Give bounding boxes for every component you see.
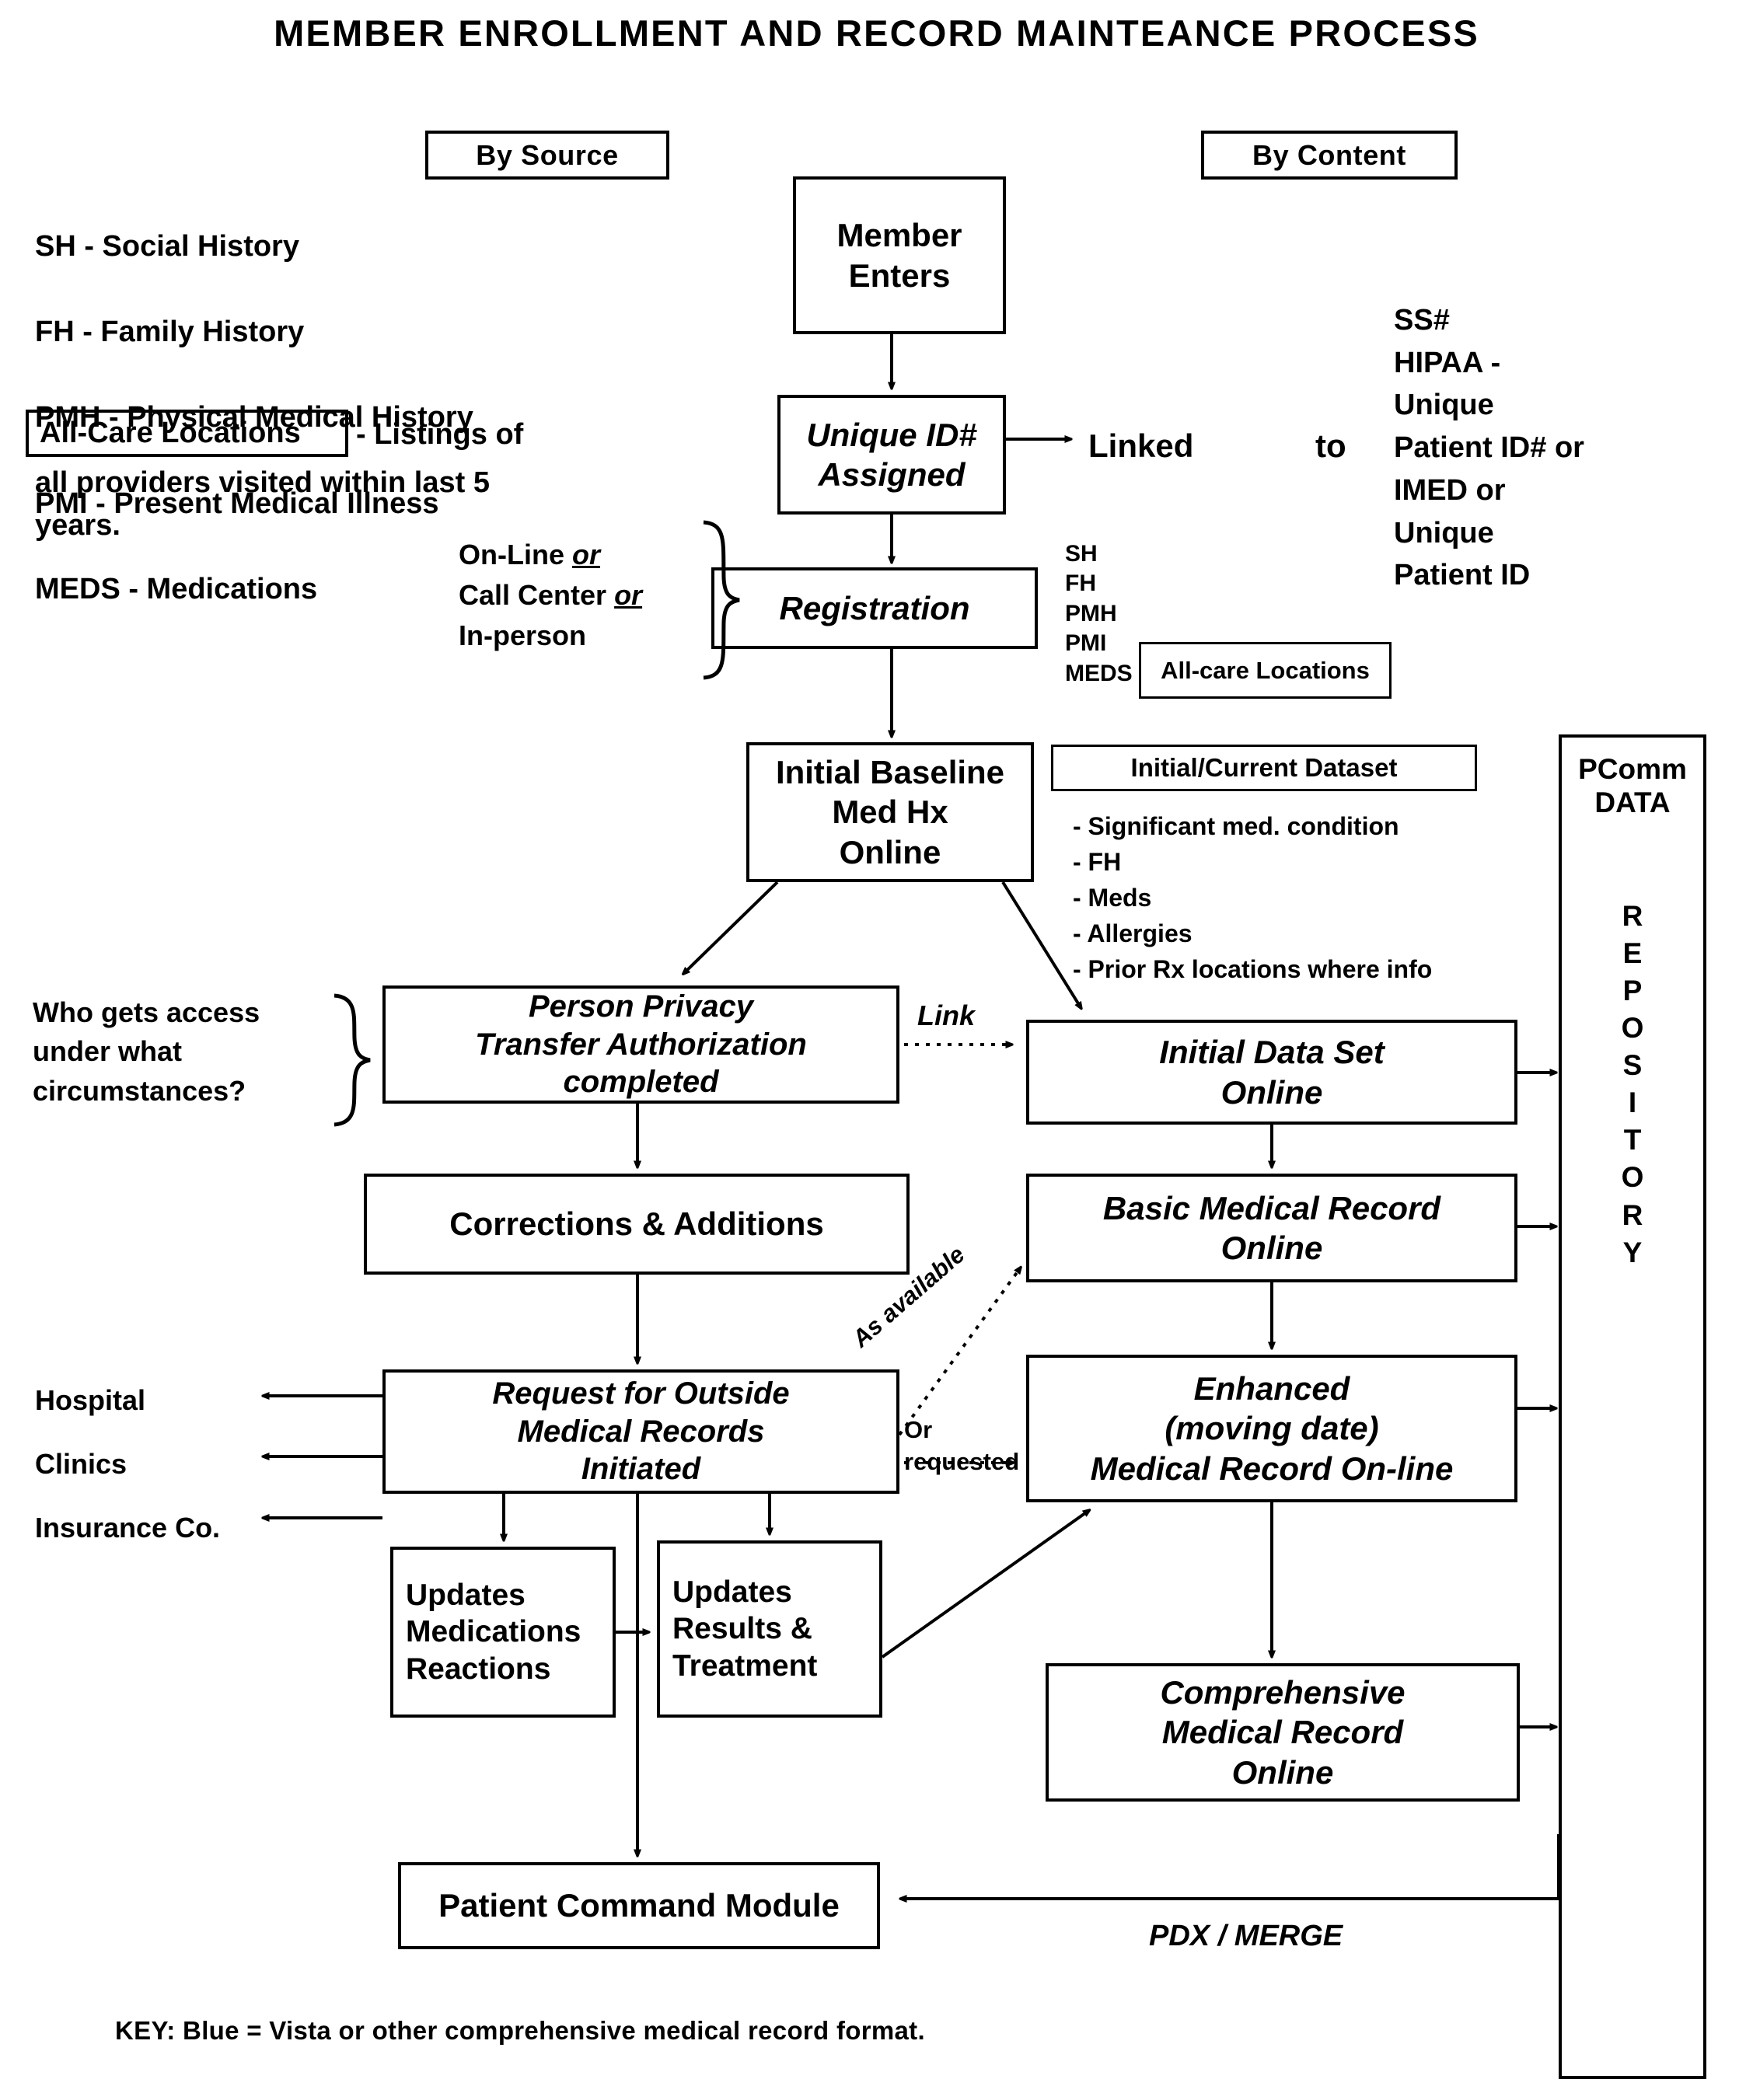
node-comprehensive-record-label: Comprehensive Medical Record Online: [1160, 1674, 1406, 1791]
by-source-header: By Source: [425, 131, 669, 180]
node-all-care-locations-label: All-care Locations: [1161, 656, 1370, 684]
repository-letter: O: [1621, 1161, 1644, 1194]
external-recipient-insurance: Insurance Co.: [35, 1512, 221, 1544]
node-patient-command-module: Patient Command Module: [398, 1862, 880, 1949]
arrow-baseline-to-initial-dataset: [1001, 881, 1081, 1007]
entry-channel-callcenter-label: Call Center: [459, 579, 615, 612]
pdx-merge-label: PDX / MERGE: [1149, 1920, 1343, 1952]
node-request-outside-label: Request for Outside Medical Records Init…: [492, 1376, 790, 1487]
node-updates-meds-label: Updates Medications Reactions: [406, 1578, 581, 1686]
flowchart-canvas: MEMBER ENROLLMENT AND RECORD MAINTEANCE …: [0, 0, 1753, 2100]
abbrev-item: FH - Family History: [35, 316, 305, 349]
node-registration: Registration: [711, 567, 1038, 649]
repository-title: PComm DATA: [1578, 753, 1687, 818]
node-unique-id-assigned: Unique ID# Assigned: [777, 395, 1006, 515]
node-enhanced-medical-record-online: Enhanced (moving date) Medical Record On…: [1026, 1355, 1517, 1502]
entry-channel-inperson: In-person: [459, 619, 587, 652]
node-request-outside-medical-records: Request for Outside Medical Records Init…: [382, 1369, 899, 1494]
node-corrections-label: Corrections & Additions: [449, 1205, 824, 1243]
node-member-enters: Member Enters: [793, 176, 1006, 334]
by-content-label: By Content: [1252, 138, 1406, 171]
node-unique-id-label: Unique ID# Assigned: [806, 416, 977, 493]
repository-letter: P: [1622, 975, 1643, 1006]
to-label: to: [1315, 427, 1346, 464]
entry-channel-online: On-Line or: [459, 535, 707, 575]
node-basic-medical-record-label: Basic Medical Record Online: [1102, 1189, 1441, 1266]
node-registration-label: Registration: [779, 589, 970, 626]
repository-letter: E: [1622, 937, 1643, 969]
by-source-label: By Source: [476, 138, 619, 171]
entry-channels-text: On-Line or Call Center or In-person: [459, 535, 707, 657]
node-initial-current-dataset: Initial/Current Dataset: [1051, 745, 1477, 791]
node-initial-data-set-label: Initial Data Set Online: [1159, 1034, 1385, 1111]
external-recipient-clinics: Clinics: [35, 1448, 127, 1480]
by-content-header: By Content: [1201, 131, 1458, 180]
node-initial-baseline-med-hx: Initial Baseline Med Hx Online: [746, 742, 1034, 882]
who-gets-access-note: Who gets access under what circumstances…: [33, 996, 260, 1107]
node-initial-baseline-label: Initial Baseline Med Hx Online: [775, 754, 1005, 870]
channel-or-2: or: [614, 579, 643, 612]
repository-letter: R: [1622, 899, 1643, 932]
repository-letter: T: [1623, 1124, 1642, 1156]
entry-channel-callcenter: Call Center or: [459, 575, 707, 616]
node-all-care-locations: All-care Locations: [1139, 642, 1392, 699]
node-updates-medications-reactions: Updates Medications Reactions: [390, 1547, 616, 1718]
arrow-baseline-to-person-privacy: [684, 881, 779, 973]
all-care-tail-text: - Listings of: [356, 418, 524, 451]
node-initial-data-set-online: Initial Data Set Online: [1026, 1020, 1517, 1125]
node-patient-command-label: Patient Command Module: [438, 1887, 840, 1924]
external-recipient-hospital: Hospital: [35, 1384, 146, 1416]
repository-letter: O: [1621, 1012, 1644, 1045]
link-label: Link: [917, 999, 976, 1031]
node-basic-medical-record-online: Basic Medical Record Online: [1026, 1174, 1517, 1282]
abbrev-item: SH - Social History: [35, 230, 299, 263]
node-person-privacy-transfer-authorization: Person Privacy Transfer Authorization co…: [382, 985, 899, 1104]
node-updates-results-label: Updates Results & Treatment: [672, 1575, 818, 1683]
arrow-updates-results-to-enhanced: [881, 1511, 1088, 1659]
content-identifiers-text: SS# HIPAA - Unique Patient ID# or IMED o…: [1394, 304, 1584, 592]
repository-letter: Y: [1622, 1236, 1643, 1268]
key-legend: KEY: Blue = Vista or other comprehensive…: [115, 2016, 925, 2045]
node-pcomm-data-repository: PComm DATA R E P O S I T O R Y: [1559, 734, 1706, 2079]
node-updates-results-treatment: Updates Results & Treatment: [657, 1540, 882, 1718]
all-care-locations-term: All-Care Locations: [40, 417, 301, 449]
repository-letter: I: [1628, 1087, 1637, 1119]
channel-or-1: or: [572, 539, 600, 570]
repository-vertical-word: R E P O S I T O R Y: [1562, 898, 1703, 1272]
node-enhanced-record-label: Enhanced (moving date) Medical Record On…: [1090, 1370, 1454, 1487]
node-comprehensive-medical-record-online: Comprehensive Medical Record Online: [1046, 1663, 1520, 1802]
node-member-enters-label: Member Enters: [836, 217, 962, 294]
page-title: MEMBER ENROLLMENT AND RECORD MAINTEANCE …: [274, 12, 1479, 54]
entry-channel-online-label: On-Line: [459, 539, 572, 570]
node-corrections-additions: Corrections & Additions: [364, 1174, 910, 1275]
linked-label: Linked: [1088, 427, 1194, 464]
dataset-item-list: - Significant med. condition - FH - Meds…: [1073, 812, 1433, 984]
node-initial-current-dataset-label: Initial/Current Dataset: [1130, 752, 1398, 782]
node-person-privacy-label: Person Privacy Transfer Authorization co…: [475, 989, 807, 1100]
repository-letter: S: [1622, 1049, 1643, 1082]
all-care-locations-term-box: All-Care Locations: [26, 410, 348, 457]
repository-letter: R: [1622, 1198, 1643, 1231]
